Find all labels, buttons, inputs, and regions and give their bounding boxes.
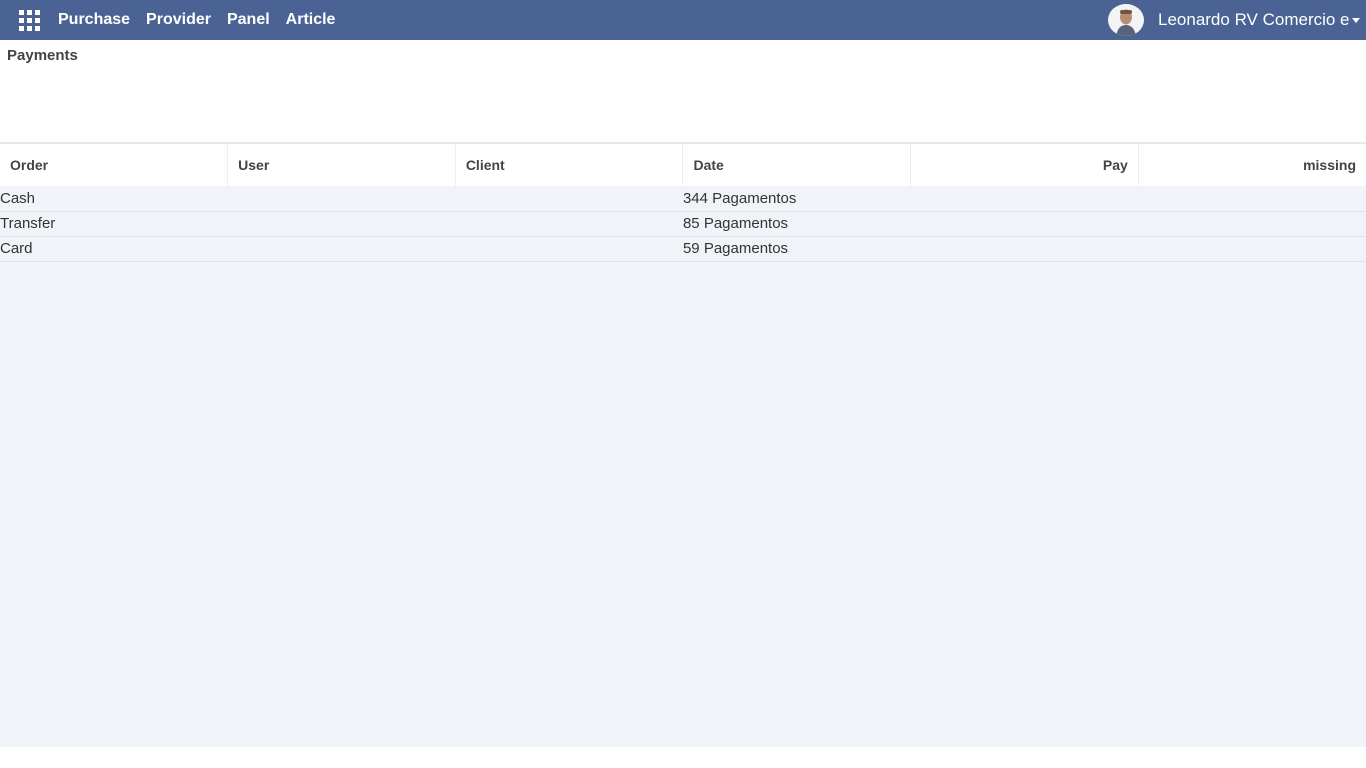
column-header-order[interactable]: Order xyxy=(0,144,229,186)
user-name[interactable]: Leonardo RV Comercio e se xyxy=(1158,10,1350,30)
main-menu: Purchase Provider Panel Article xyxy=(58,0,343,40)
group-row[interactable]: Card 59 Pagamentos xyxy=(0,236,1366,261)
menu-item-provider[interactable]: Provider xyxy=(138,0,219,40)
column-header-client[interactable]: Client xyxy=(455,144,684,186)
top-navbar: Purchase Provider Panel Article Leonardo… xyxy=(0,0,1366,40)
user-avatar[interactable] xyxy=(1108,4,1144,36)
group-row[interactable]: Cash 344 Pagamentos xyxy=(0,186,1366,211)
apps-menu-icon[interactable] xyxy=(0,0,58,40)
group-count: 344 Pagamentos xyxy=(682,189,797,207)
menu-item-panel[interactable]: Panel xyxy=(219,0,278,40)
group-count: 85 Pagamentos xyxy=(682,215,789,232)
group-name: Cash xyxy=(0,189,36,207)
menu-item-purchase[interactable]: Purchase xyxy=(58,0,138,40)
table-header-row: Order User Client Date Pay missing xyxy=(0,144,1366,186)
column-header-pay[interactable]: Pay xyxy=(910,144,1139,186)
column-header-missing[interactable]: missing xyxy=(1138,144,1366,186)
group-name: Card xyxy=(0,240,33,257)
group-count: 59 Pagamentos xyxy=(682,240,789,257)
column-header-user[interactable]: User xyxy=(227,144,456,186)
column-header-date[interactable]: Date xyxy=(682,144,912,186)
dropdown-caret-icon[interactable] xyxy=(1352,17,1360,23)
group-name: Transfer xyxy=(0,215,56,232)
page-title: Payments xyxy=(7,47,78,64)
menu-item-article[interactable]: Article xyxy=(278,0,344,40)
payments-table: Order User Client Date Pay missing Cash … xyxy=(0,144,1366,262)
list-view: Order User Client Date Pay missing Cash … xyxy=(0,142,1366,747)
group-row[interactable]: Transfer 85 Pagamentos xyxy=(0,211,1366,236)
user-menu[interactable]: Leonardo RV Comercio e se xyxy=(1108,0,1366,40)
